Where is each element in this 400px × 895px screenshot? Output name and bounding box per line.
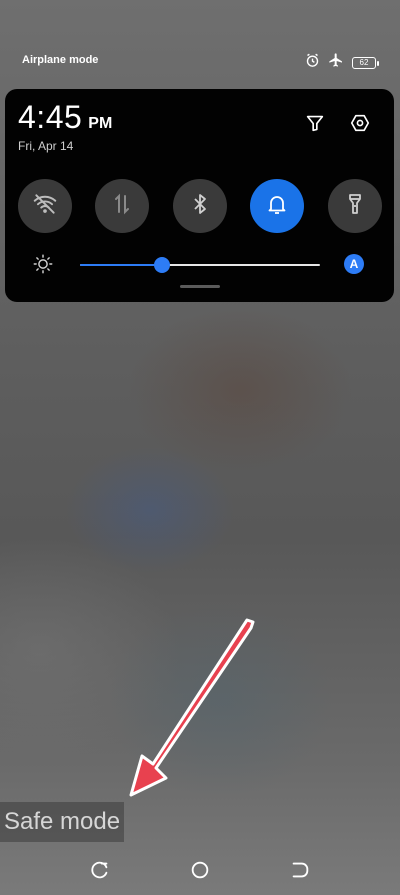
navigation-bar	[0, 845, 400, 895]
annotation-arrow	[129, 618, 255, 797]
back-icon[interactable]	[288, 858, 312, 882]
home-icon[interactable]	[188, 858, 212, 882]
safe-mode-label: Safe mode	[0, 802, 125, 842]
recents-icon[interactable]	[88, 858, 112, 882]
